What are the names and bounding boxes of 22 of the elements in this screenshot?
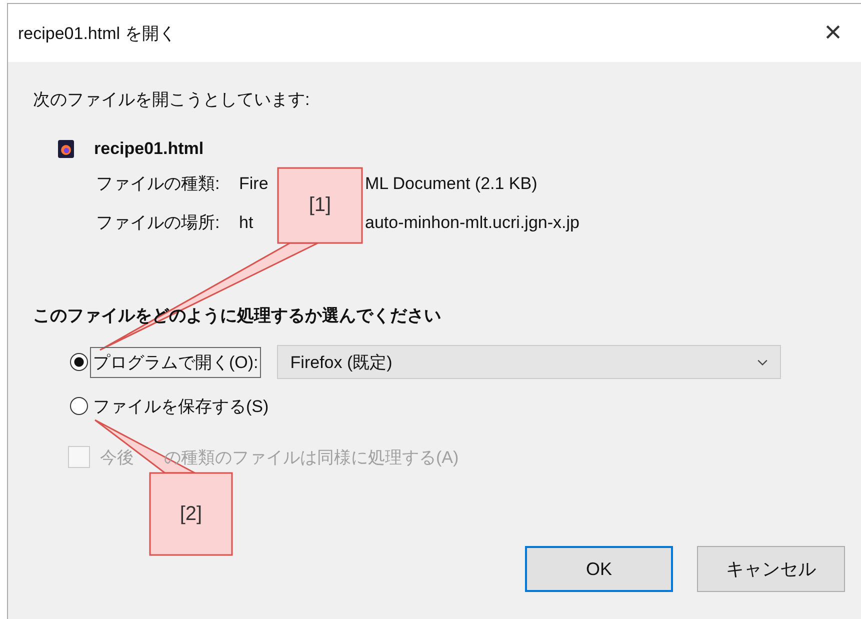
detail-label: ファイルの場所: xyxy=(96,212,221,234)
option-label[interactable]: プログラムで開く(O): xyxy=(90,346,262,378)
radio-button[interactable] xyxy=(70,397,88,415)
dialog-button[interactable]: キャンセル xyxy=(697,546,845,592)
option-label[interactable]: ファイルを保存する(S) xyxy=(90,390,272,422)
radio-button[interactable] xyxy=(70,353,88,371)
detail-value: ML Document (2.1 KB) xyxy=(365,174,538,194)
chevron-icon xyxy=(757,358,768,366)
close-button[interactable]: × xyxy=(811,16,855,50)
program-dropdown[interactable]: Firefox (既定) xyxy=(277,345,782,379)
file-name: recipe01.html xyxy=(94,139,204,159)
callout-label: [1] xyxy=(308,193,332,218)
detail-label: ファイルの種類: xyxy=(96,173,221,195)
detail-value: Fire xyxy=(239,174,270,194)
file-icon xyxy=(58,140,74,158)
intro-text: 次のファイルを開こうとしています: xyxy=(33,89,311,111)
detail-value: auto-minhon-mlt.ucri.jgn-x.jp xyxy=(365,212,580,232)
dialog-button[interactable]: OK xyxy=(525,546,673,592)
window-title: recipe01.html を開く xyxy=(18,22,176,44)
callout-label: [2] xyxy=(178,502,204,526)
detail-value: ht xyxy=(239,212,254,232)
checkbox-label: 今後 xyxy=(100,446,135,468)
